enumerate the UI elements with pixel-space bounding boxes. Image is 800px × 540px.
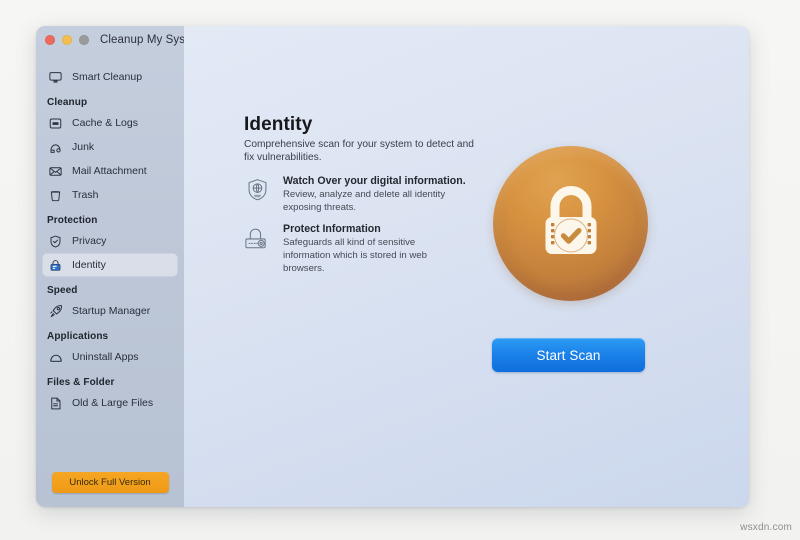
feature-watch-over: Watch Over your digital information. Rev… xyxy=(242,174,502,215)
unlock-full-version-button[interactable]: Unlock Full Version xyxy=(51,472,169,493)
page-subtitle: Comprehensive scan for your system to de… xyxy=(244,139,474,164)
feature-title: Protect Information xyxy=(283,223,381,235)
sidebar-item-trash[interactable]: Trash xyxy=(42,183,178,207)
feature-protect-information: Protect Information Safeguards all kind … xyxy=(242,222,502,276)
sidebar-item-label: Identity xyxy=(72,259,106,271)
monitor-icon xyxy=(47,69,64,86)
sidebar-item-label: Junk xyxy=(72,141,95,153)
sidebar-item-label: Startup Manager xyxy=(72,305,151,317)
close-button-icon[interactable] xyxy=(45,34,55,45)
junk-icon xyxy=(47,139,64,156)
main-content: Identity Comprehensive scan for your sys… xyxy=(184,26,749,507)
sidebar-item-old-large-files[interactable]: Old & Large Files xyxy=(42,391,178,415)
sidebar-item-label: Uninstall Apps xyxy=(72,351,139,363)
feature-title: Watch Over your digital information. xyxy=(283,175,466,187)
start-scan-button[interactable]: Start Scan xyxy=(492,338,645,372)
sidebar-item-cache-logs[interactable]: Cache & Logs xyxy=(42,111,178,135)
sidebar-group-title-speed: Speed xyxy=(47,285,78,296)
app-window: Cleanup My System Smart Cleanup Cleanup xyxy=(36,26,749,507)
padlock-combination-icon xyxy=(242,223,272,253)
sidebar-item-uninstall-apps[interactable]: Uninstall Apps xyxy=(42,345,178,369)
sidebar-group-title-protection: Protection xyxy=(47,215,98,226)
unlock-section: Unlock Full Version xyxy=(36,472,184,493)
sidebar-item-identity[interactable]: Identity xyxy=(42,253,178,277)
rocket-icon xyxy=(47,303,64,320)
sidebar-item-label: Mail Attachment xyxy=(72,165,147,177)
feature-description: Safeguards all kind of sensitive informa… xyxy=(283,237,427,274)
lock-icon xyxy=(47,257,64,274)
sidebar-item-startup-manager[interactable]: Startup Manager xyxy=(42,299,178,323)
minimize-button-icon[interactable] xyxy=(62,34,72,45)
sidebar-group-title-cleanup: Cleanup xyxy=(47,97,88,108)
shield-globe-icon xyxy=(242,175,272,205)
sidebar-item-smart-cleanup[interactable]: Smart Cleanup xyxy=(42,65,178,89)
screen: Cleanup My System Smart Cleanup Cleanup xyxy=(0,0,800,540)
zoom-button-icon[interactable] xyxy=(79,34,89,45)
app-arch-icon xyxy=(47,349,64,366)
sidebar-item-label: Privacy xyxy=(72,235,107,247)
mail-icon xyxy=(47,163,64,180)
sidebar-item-junk[interactable]: Junk xyxy=(42,135,178,159)
sidebar-item-label: Old & Large Files xyxy=(72,397,154,409)
sidebar-item-label: Smart Cleanup xyxy=(72,71,143,83)
sidebar-group-title-files-folder: Files & Folder xyxy=(47,377,115,388)
sidebar-group-title-applications: Applications xyxy=(47,331,109,342)
document-icon xyxy=(47,395,64,412)
sidebar-item-mail-attachment[interactable]: Mail Attachment xyxy=(42,159,178,183)
sidebar-nav: Smart Cleanup Cleanup Cache & Logs Junk … xyxy=(36,53,184,415)
page-title: Identity xyxy=(244,114,313,135)
watermark: wsxdn.com xyxy=(740,522,792,533)
logs-icon xyxy=(47,115,64,132)
shield-check-icon xyxy=(47,233,64,250)
feature-text: Watch Over your digital information. Rev… xyxy=(283,174,466,215)
trash-icon xyxy=(47,187,64,204)
sidebar-item-privacy[interactable]: Privacy xyxy=(42,229,178,253)
sidebar-item-label: Cache & Logs xyxy=(72,117,138,129)
feature-description: Review, analyze and delete all identity … xyxy=(283,189,446,213)
sidebar: Cleanup My System Smart Cleanup Cleanup xyxy=(36,26,205,507)
window-titlebar: Cleanup My System xyxy=(36,26,205,53)
sidebar-item-label: Trash xyxy=(72,189,99,201)
traffic-lights xyxy=(45,34,89,45)
orange-lock-check-badge xyxy=(493,146,648,301)
feature-text: Protect Information Safeguards all kind … xyxy=(283,222,451,276)
